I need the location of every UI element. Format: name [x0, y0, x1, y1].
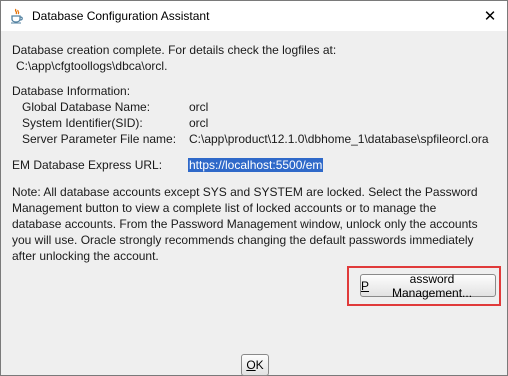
accounts-note: Note: All database accounts except SYS a…: [12, 184, 504, 264]
spfile-label: Server Parameter File name:: [22, 132, 177, 146]
note-line: Management button to view a complete lis…: [12, 201, 437, 215]
close-icon: ✕: [483, 8, 497, 25]
note-line: after unlocking the account.: [12, 249, 159, 263]
password-management-button[interactable]: Password Management...: [360, 271, 496, 300]
sid-label: System Identifier(SID):: [22, 116, 143, 130]
note-line: database accounts. From the Password Man…: [12, 217, 478, 231]
ok-mnemonic: O: [246, 358, 256, 372]
completion-message: Database creation complete. For details …: [12, 43, 337, 57]
db-info-heading: Database Information:: [12, 84, 131, 98]
ok-button[interactable]: OK: [241, 354, 269, 376]
em-url-value[interactable]: https://localhost:5500/em: [188, 158, 324, 172]
dialog-window: Database Configuration Assistant ✕ Datab…: [0, 0, 508, 376]
em-url-field[interactable]: https://localhost:5500/em: [188, 158, 324, 173]
global-db-name-value: orcl: [189, 100, 209, 114]
password-management-label: assword Management...: [391, 271, 473, 300]
password-management-mnemonic: P: [361, 278, 370, 293]
close-button[interactable]: ✕: [473, 1, 507, 31]
logfile-path: C:\app\cfgtoollogs\dbca\orcl.: [16, 59, 168, 73]
spfile-value: C:\app\product\12.1.0\dbhome_1\database\…: [189, 132, 489, 146]
window-title: Database Configuration Assistant: [32, 9, 210, 23]
sid-value: orcl: [189, 116, 209, 130]
em-url-label: EM Database Express URL:: [12, 158, 163, 172]
ok-label: K: [255, 358, 264, 372]
java-app-icon: [9, 8, 25, 24]
title-bar[interactable]: Database Configuration Assistant ✕: [1, 1, 507, 31]
note-line: Note: All database accounts except SYS a…: [12, 185, 478, 199]
global-db-name-label: Global Database Name:: [22, 100, 151, 114]
dialog-content: Database creation complete. For details …: [1, 31, 507, 376]
note-line: you will use. Oracle strongly recommends…: [12, 233, 474, 247]
